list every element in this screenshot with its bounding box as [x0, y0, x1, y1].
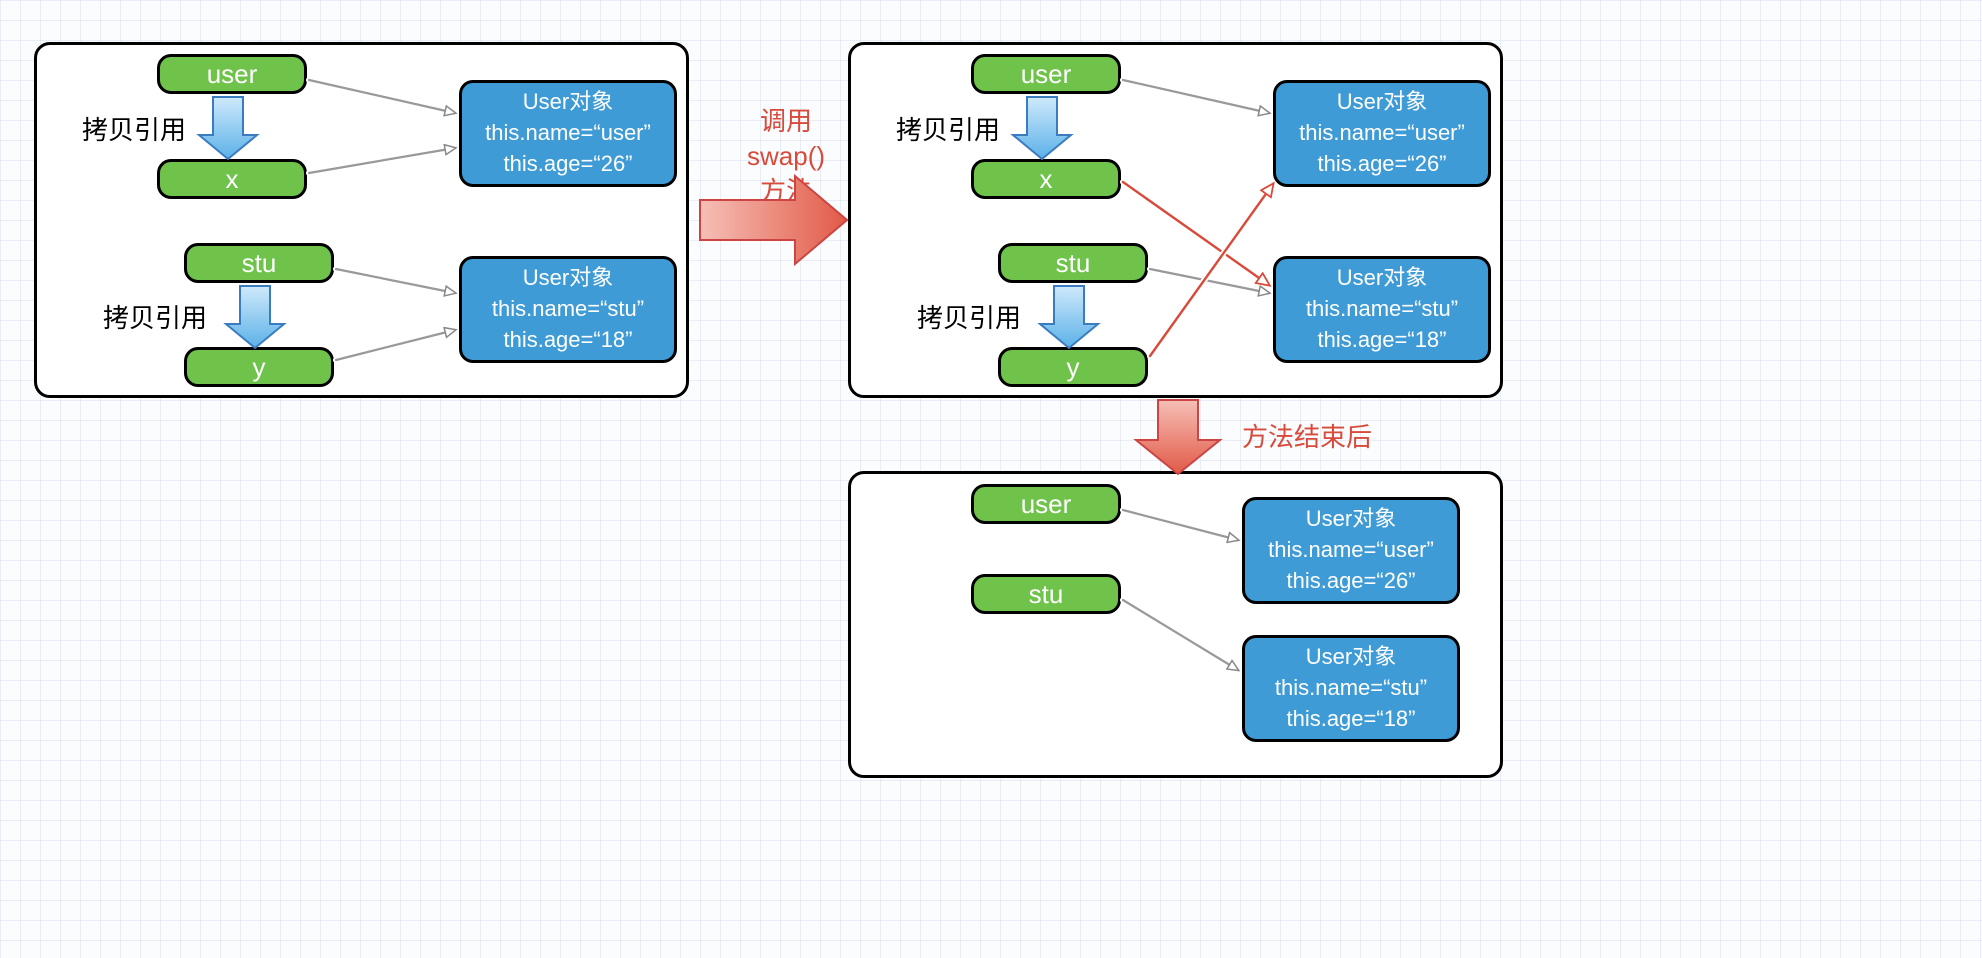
var-stu-p2: stu	[998, 243, 1148, 283]
var-stu-p1: stu	[184, 243, 334, 283]
copyref-p1a: 拷贝引用	[82, 110, 186, 147]
var-x-p1: x	[157, 159, 307, 199]
big-arrow-down-icon	[1136, 400, 1220, 474]
copyref-p2a: 拷贝引用	[896, 110, 1000, 147]
obj-user-p2: User对象 this.name=“user” this.age=“26”	[1273, 80, 1491, 187]
var-user-label-p2: user	[1021, 61, 1072, 87]
var-user-label-p3: user	[1021, 491, 1072, 517]
var-user-p1: user	[157, 54, 307, 94]
obj-user-text-p3: User对象 this.name=“user” this.age=“26”	[1268, 504, 1434, 596]
var-stu-p3: stu	[971, 574, 1121, 614]
copyref-p2b: 拷贝引用	[917, 298, 1021, 335]
var-stu-label-p2: stu	[1056, 250, 1091, 276]
obj-stu-text: User对象 this.name=“stu” this.age=“18”	[492, 263, 644, 355]
var-stu-label: stu	[242, 250, 277, 276]
obj-stu-p2: User对象 this.name=“stu” this.age=“18”	[1273, 256, 1491, 363]
var-y-p1: y	[184, 347, 334, 387]
var-y-label: y	[253, 354, 266, 380]
obj-stu-text-p2: User对象 this.name=“stu” this.age=“18”	[1306, 263, 1458, 355]
var-user-p2: user	[971, 54, 1121, 94]
var-x-label-p2: x	[1040, 166, 1053, 192]
after-method-label: 方法结束后	[1242, 420, 1372, 455]
var-user-label: user	[207, 61, 258, 87]
var-stu-label-p3: stu	[1029, 581, 1064, 607]
obj-stu-p3: User对象 this.name=“stu” this.age=“18”	[1242, 635, 1460, 742]
var-x-label: x	[226, 166, 239, 192]
obj-stu-text-p3: User对象 this.name=“stu” this.age=“18”	[1275, 642, 1427, 734]
var-y-p2: y	[998, 347, 1148, 387]
var-user-p3: user	[971, 484, 1121, 524]
obj-stu-p1: User对象 this.name=“stu” this.age=“18”	[459, 256, 677, 363]
var-y-label-p2: y	[1067, 354, 1080, 380]
obj-user-p1: User对象 this.name=“user” this.age=“26”	[459, 80, 677, 187]
obj-user-p3: User对象 this.name=“user” this.age=“26”	[1242, 497, 1460, 604]
var-x-p2: x	[971, 159, 1121, 199]
call-swap-label: 调用 swap() 方法	[747, 104, 825, 209]
copyref-p1b: 拷贝引用	[103, 298, 207, 335]
obj-user-text: User对象 this.name=“user” this.age=“26”	[485, 87, 651, 179]
obj-user-text-p2: User对象 this.name=“user” this.age=“26”	[1299, 87, 1465, 179]
